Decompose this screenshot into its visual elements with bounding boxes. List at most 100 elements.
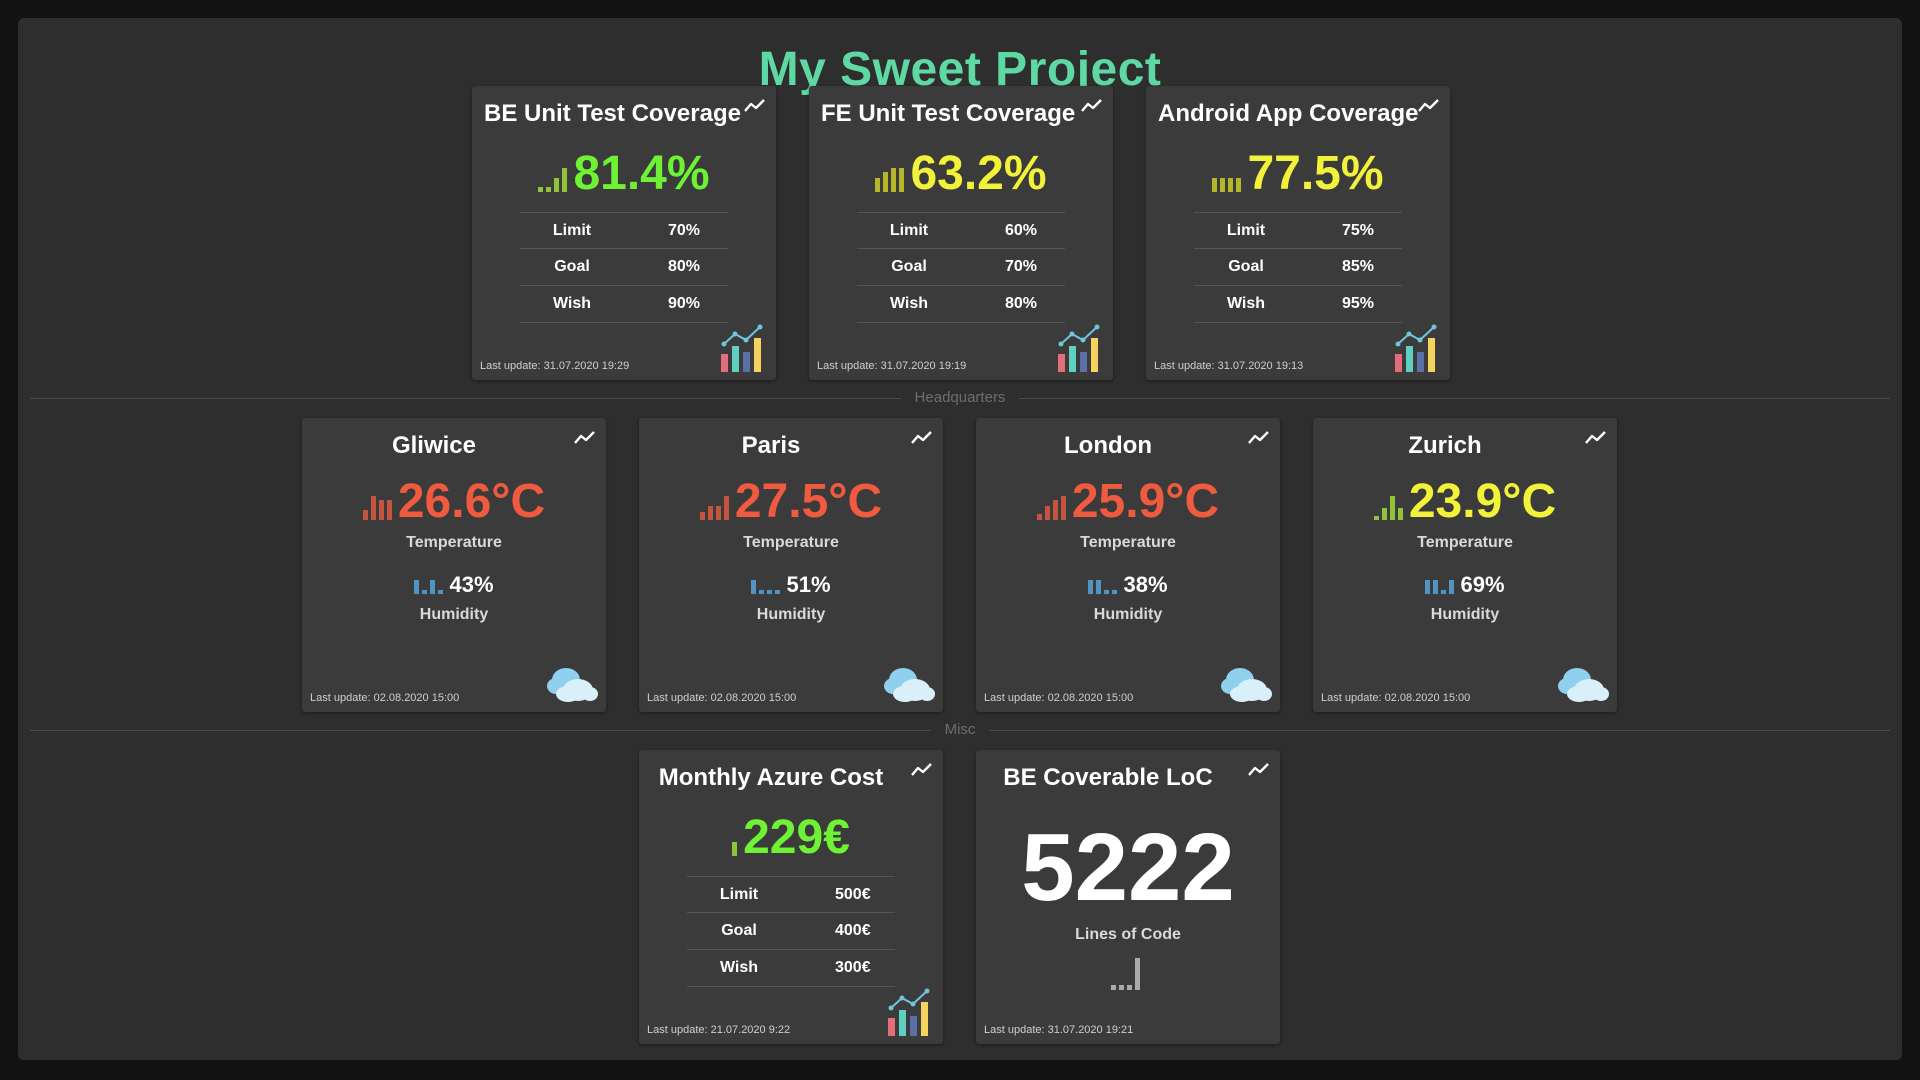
trend-icon[interactable] xyxy=(1081,98,1103,114)
humidity-text: 38% xyxy=(1123,572,1168,597)
signal-bars-icon xyxy=(538,162,568,192)
city-name: Gliwice xyxy=(391,432,477,459)
cloud-icon xyxy=(547,668,598,702)
bar-chart-icon xyxy=(721,324,763,372)
row-label: Limit xyxy=(719,885,759,903)
table-row: Limit 500€ xyxy=(687,876,895,913)
weather-card-paris[interactable]: Paris 27.5°C Temperature 51% Humidity La… xyxy=(639,418,943,712)
weather-card-london[interactable]: London 25.9°C Temperature 38% Humidity L… xyxy=(976,418,1280,712)
humidity-caption: Humidity xyxy=(419,606,489,623)
row-value: 70% xyxy=(1005,258,1038,275)
humidity-caption: Humidity xyxy=(756,606,826,623)
row-value: 85% xyxy=(1342,258,1375,275)
humidity-text: 51% xyxy=(786,572,831,597)
coverage-card-be[interactable]: BE Unit Test Coverage 81.4% Limit 70% Goa… xyxy=(472,86,776,380)
trend-icon[interactable] xyxy=(744,98,766,114)
table-row: Goal 85% xyxy=(1194,249,1402,286)
row-label: Goal xyxy=(891,258,927,275)
thresholds-table: Limit 75% Goal 85% Wish 95% xyxy=(1194,212,1402,323)
coverage-card-fe[interactable]: FE Unit Test Coverage 63.2% Limit 60% Goa… xyxy=(809,86,1113,380)
row-value: 500€ xyxy=(835,885,871,903)
city-name: Paris xyxy=(741,432,801,459)
coverage-value: 63.2% xyxy=(809,150,1113,198)
row-value: 75% xyxy=(1342,221,1375,239)
humidity-caption: Humidity xyxy=(1430,606,1500,623)
weather-card-gliwice[interactable]: Gliwice 26.6°C Temperature 43% Humidity … xyxy=(302,418,606,712)
loc-caption: Lines of Code xyxy=(1075,926,1181,943)
temperature-value: 23.9°C xyxy=(1313,478,1617,526)
temperature-text: 26.6°C xyxy=(397,475,546,528)
humidity-bars-icon xyxy=(1425,576,1455,594)
card-title: FE Unit Test Coverage xyxy=(821,100,1076,127)
section-label-misc: Misc xyxy=(18,721,1902,738)
loc-card[interactable]: BE Coverable LoC 5222 Lines of Code Last… xyxy=(976,750,1280,1044)
table-row: Limit 60% xyxy=(857,212,1065,249)
trend-icon[interactable] xyxy=(1248,430,1270,446)
trend-icon[interactable] xyxy=(1248,762,1270,778)
last-update: Last update: 31.07.2020 19:29 xyxy=(480,360,630,372)
coverage-percent: 63.2% xyxy=(910,147,1047,200)
trend-icon[interactable] xyxy=(911,430,933,446)
row-value: 80% xyxy=(1005,295,1038,312)
table-row: Wish 300€ xyxy=(687,950,895,987)
row-label: Goal xyxy=(554,258,590,275)
trend-icon[interactable] xyxy=(911,762,933,778)
temperature-value: 25.9°C xyxy=(976,478,1280,526)
signal-bars-icon xyxy=(875,162,905,192)
temperature-value: 26.6°C xyxy=(302,478,606,526)
cloud-icon xyxy=(1558,668,1609,702)
trend-icon[interactable] xyxy=(1418,98,1440,114)
table-row: Goal 80% xyxy=(520,249,728,286)
humidity-bars-icon xyxy=(751,576,781,594)
weather-card-zurich[interactable]: Zurich 23.9°C Temperature 69% Humidity L… xyxy=(1313,418,1617,712)
row-label: Goal xyxy=(721,922,757,939)
row-label: Limit xyxy=(1226,221,1266,239)
signal-bars-icon xyxy=(732,826,738,856)
signal-bars-icon xyxy=(1036,490,1066,520)
row-label: Wish xyxy=(552,295,592,312)
table-row: Limit 70% xyxy=(520,212,728,249)
trend-icon[interactable] xyxy=(1585,430,1607,446)
cloud-icon xyxy=(1221,668,1272,702)
temperature-text: 25.9°C xyxy=(1071,475,1220,528)
signal-bars-icon xyxy=(1373,490,1403,520)
trend-icon[interactable] xyxy=(574,430,596,446)
thresholds-table: Limit 60% Goal 70% Wish 80% xyxy=(857,212,1065,323)
humidity-value: 38% xyxy=(976,574,1280,596)
signal-bars-icon xyxy=(1110,956,1140,990)
row-label: Wish xyxy=(889,295,929,312)
row-value: 90% xyxy=(668,295,701,312)
temperature-caption: Temperature xyxy=(1417,534,1513,551)
humidity-caption: Humidity xyxy=(1093,606,1163,623)
row-value: 300€ xyxy=(835,959,871,976)
dashboard-board: My Sweet Project BE Unit Test Coverage 8… xyxy=(18,18,1902,1060)
table-row: Limit 75% xyxy=(1194,212,1402,249)
coverage-card-android[interactable]: Android App Coverage 77.5% Limit 75% Goal… xyxy=(1146,86,1450,380)
row-label: Limit xyxy=(552,221,592,239)
row-label: Wish xyxy=(719,959,759,976)
last-update: Last update: 31.07.2020 19:19 xyxy=(817,360,967,372)
city-name: London xyxy=(1064,432,1152,459)
city-name: Zurich xyxy=(1408,432,1482,459)
row-label: Limit xyxy=(889,221,929,239)
row-label: Wish xyxy=(1226,295,1266,312)
temperature-value: 27.5°C xyxy=(639,478,943,526)
last-update: Last update: 31.07.2020 19:21 xyxy=(984,1024,1134,1036)
row-value: 95% xyxy=(1342,295,1375,312)
coverage-percent: 77.5% xyxy=(1247,147,1384,200)
card-title: BE Coverable LoC xyxy=(1003,764,1213,791)
table-row: Wish 95% xyxy=(1194,286,1402,323)
bar-chart-icon xyxy=(1058,324,1100,372)
coverage-percent: 81.4% xyxy=(573,147,710,200)
last-update: Last update: 02.08.2020 15:00 xyxy=(310,692,460,704)
azure-cost-card[interactable]: Monthly Azure Cost 229€ Limit 500€ Goal 40… xyxy=(639,750,943,1044)
row-value: 80% xyxy=(668,258,701,275)
last-update: Last update: 02.08.2020 15:00 xyxy=(984,692,1134,704)
last-update: Last update: 21.07.2020 9:22 xyxy=(647,1024,791,1036)
section-label-headquarters: Headquarters xyxy=(18,389,1902,406)
row-value: 70% xyxy=(668,221,701,239)
humidity-value: 69% xyxy=(1313,574,1617,596)
thresholds-table: Limit 70% Goal 80% Wish 90% xyxy=(520,212,728,323)
last-update: Last update: 31.07.2020 19:13 xyxy=(1154,360,1304,372)
loc-value: 5222 xyxy=(1021,814,1235,921)
